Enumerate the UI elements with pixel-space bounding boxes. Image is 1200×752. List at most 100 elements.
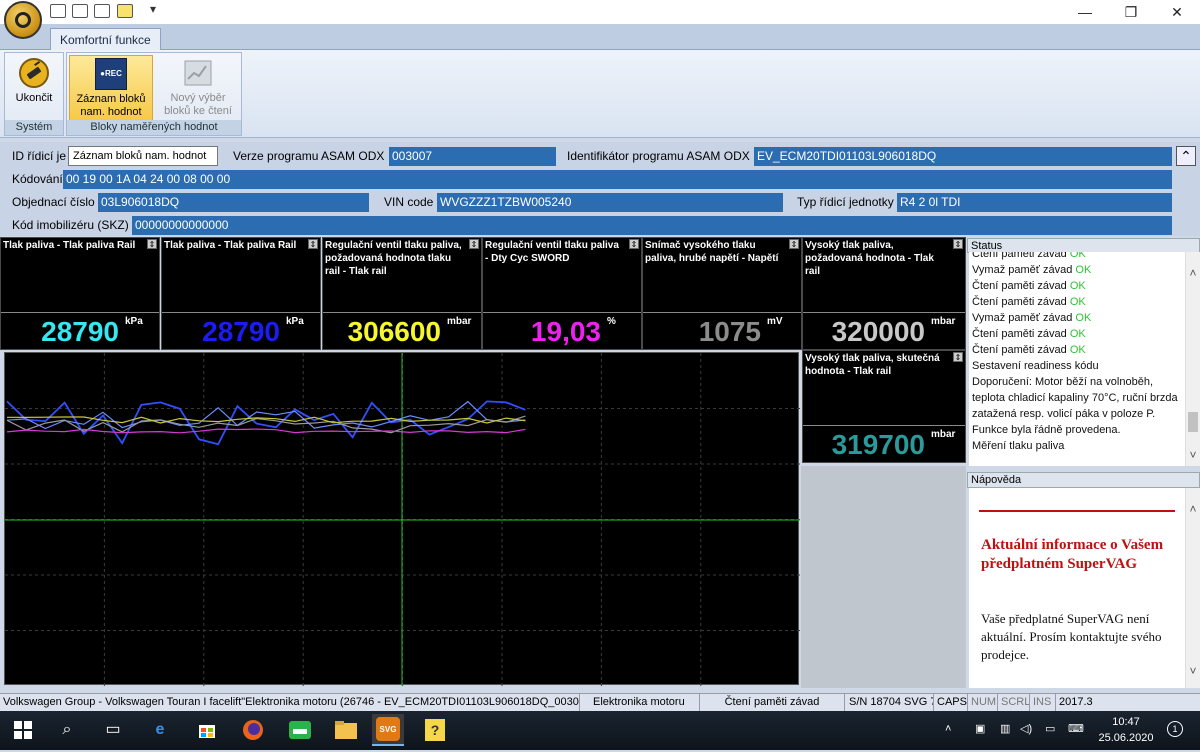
record-icon: ●REC xyxy=(95,58,127,90)
vin-label: VIN code xyxy=(384,195,434,209)
gauge-divider xyxy=(323,312,481,313)
status-line: Doporučení: Motor běží na volnoběh, tepl… xyxy=(969,374,1185,422)
help-panel: Aktuální informace o Vašem předplatném S… xyxy=(969,488,1185,688)
gauge-select-icon[interactable]: ⇕ xyxy=(469,239,479,249)
help-scroll-down-icon[interactable]: ˅ xyxy=(1187,664,1199,678)
gauge-6[interactable]: Vysoký tlak paliva, požadovaná hodnota -… xyxy=(802,237,966,350)
gauge-select-icon[interactable]: ⇕ xyxy=(789,239,799,249)
status-text: Funkce byla řádně provedena. xyxy=(972,424,1121,436)
asam-version-label: Verze programu ASAM ODX xyxy=(233,149,385,163)
record-label-2: nam. hodnot xyxy=(80,106,142,118)
gauge-divider xyxy=(1,312,159,313)
scroll-up-icon[interactable]: ˄ xyxy=(1187,266,1199,280)
gauge-value: 28790 xyxy=(41,316,119,347)
store-icon[interactable] xyxy=(192,715,222,745)
gauge-divider xyxy=(162,312,320,313)
statusbar-num: NUM xyxy=(968,694,998,712)
status-line: Čtení paměti závad OK xyxy=(969,278,1185,294)
supervag-taskbar-icon[interactable]: SVG xyxy=(372,714,404,746)
gauge-1[interactable]: Tlak paliva - Tlak paliva Rail ⇕ 28790 kPa xyxy=(0,237,160,350)
gauge-3[interactable]: Regulační ventil tlaku paliva, požadovan… xyxy=(322,237,482,350)
minimize-icon[interactable]: — xyxy=(1062,0,1108,24)
order-number-value: 03L906018DQ xyxy=(98,193,369,212)
immobilizer-label: Kód imobilizéru (SKZ) xyxy=(12,218,129,232)
edge-browser-icon[interactable]: e xyxy=(145,715,175,745)
tray-chevron-icon[interactable]: ˄ xyxy=(945,723,951,735)
gauge-title: Vysoký tlak paliva, skutečná hodnota - T… xyxy=(805,353,940,377)
status-ok: OK xyxy=(1069,252,1086,260)
gauge-5[interactable]: Snímač vysokého tlaku paliva, hrubé napě… xyxy=(642,237,802,350)
tray-app-icon[interactable]: ▣ xyxy=(975,722,985,735)
clock-time[interactable]: 10:47 xyxy=(1104,716,1148,728)
status-ok: OK xyxy=(1069,328,1086,340)
status-ok: OK xyxy=(1069,296,1086,308)
windows-start-icon[interactable] xyxy=(8,715,38,745)
help-scroll-up-icon[interactable]: ˄ xyxy=(1187,502,1199,516)
exit-button[interactable]: Ukončit xyxy=(7,55,61,121)
status-bar: Volkswagen Group - Volkswagen Touran I f… xyxy=(0,693,1200,712)
statusbar-version: 2017.3 xyxy=(1059,696,1093,708)
gauge-4[interactable]: Regulační ventil tlaku paliva - Dty Cyc … xyxy=(482,237,642,350)
mail-icon[interactable] xyxy=(72,4,88,18)
gauge-select-icon[interactable]: ⇕ xyxy=(308,239,318,249)
notification-icon[interactable]: 1 xyxy=(1163,721,1187,739)
gauge-select-icon[interactable]: ⇕ xyxy=(953,352,963,362)
gauge-unit: mbar xyxy=(931,316,956,327)
network-icon[interactable]: ▥ xyxy=(1000,722,1010,735)
close-icon[interactable]: ✕ xyxy=(1154,0,1200,24)
order-number-label: Objednací číslo xyxy=(12,195,95,209)
coding-label: Kódování xyxy=(12,172,63,186)
keyboard-icon[interactable]: ⌨ xyxy=(1068,722,1084,735)
gauge-unit: mV xyxy=(767,316,783,327)
gauge-unit: kPa xyxy=(286,316,304,327)
ribbon-group-label-blocks: Bloky naměřených hodnot xyxy=(67,120,241,135)
status-text: Sestavení readiness kódu xyxy=(972,360,1099,372)
lightbulb-icon[interactable] xyxy=(117,4,133,18)
gauge-select-icon[interactable]: ⇕ xyxy=(953,239,963,249)
status-text: Vymaž paměť závad xyxy=(972,264,1073,276)
firefox-icon[interactable] xyxy=(238,715,268,745)
settings-icon[interactable] xyxy=(94,4,110,18)
quick-access-dropdown-icon[interactable]: ▾ xyxy=(150,2,156,16)
help-scrollbar[interactable]: ˄ ˅ xyxy=(1185,488,1200,688)
statusbar-ins: INS xyxy=(1030,694,1056,712)
camera-icon[interactable] xyxy=(50,4,66,18)
app-menu-button[interactable] xyxy=(4,1,42,39)
graph-svg xyxy=(5,353,800,686)
gauge-title: Regulační ventil tlaku paliva - Dty Cyc … xyxy=(485,240,619,264)
new-block-selection-button[interactable]: Nový výběr bloků ke čtení xyxy=(157,55,239,121)
gauge-select-icon[interactable]: ⇕ xyxy=(147,239,157,249)
app-car-icon[interactable] xyxy=(285,715,315,745)
collapse-chevron-icon[interactable]: ⌃ xyxy=(1176,146,1196,166)
help-title: Aktuální informace o Vašem předplatném S… xyxy=(981,537,1164,572)
gauge-title: Vysoký tlak paliva, požadovaná hodnota -… xyxy=(805,240,934,277)
gauge-select-icon[interactable]: ⇕ xyxy=(629,239,639,249)
gauge-title: Snímač vysokého tlaku paliva, hrubé napě… xyxy=(645,240,779,264)
maximize-icon[interactable]: ❐ xyxy=(1108,0,1154,24)
task-view-icon[interactable]: ▭ xyxy=(98,715,128,745)
scroll-thumb[interactable] xyxy=(1188,412,1198,432)
gauge-divider xyxy=(803,312,965,313)
volume-icon[interactable]: ◁) xyxy=(1020,722,1032,735)
exit-plug-icon xyxy=(19,58,49,88)
help-app-icon[interactable]: ? xyxy=(420,715,450,745)
tab-komfortni-funkce[interactable]: Komfortní funkce xyxy=(50,28,161,51)
status-line: Vymaž paměť závad OK xyxy=(969,310,1185,326)
exit-label: Ukončit xyxy=(15,92,53,104)
gauge-7[interactable]: Vysoký tlak paliva, skutečná hodnota - T… xyxy=(802,350,966,463)
status-scrollbar[interactable]: ˄ ˅ xyxy=(1185,252,1200,466)
file-explorer-icon[interactable] xyxy=(331,715,361,745)
status-line: Čtení paměti závad OK xyxy=(969,342,1185,358)
gauge-value: 1075 xyxy=(698,316,761,347)
search-icon[interactable]: ⌕ xyxy=(52,715,82,745)
scroll-down-icon[interactable]: ˅ xyxy=(1187,448,1199,462)
coding-value: 00 19 00 1A 04 24 00 08 00 00 xyxy=(63,170,1172,189)
status-text: Čtení paměti závad xyxy=(972,280,1067,292)
gauge-value: 19,03 xyxy=(530,316,601,347)
gauge-2[interactable]: Tlak paliva - Tlak paliva Rail ⇕ 28790 kPa xyxy=(161,237,321,350)
gauge-unit: % xyxy=(607,316,616,327)
graph-trace xyxy=(6,400,526,446)
clock-date[interactable]: 25.06.2020 xyxy=(1094,732,1158,744)
battery-icon[interactable]: ▭ xyxy=(1045,722,1055,735)
record-blocks-button[interactable]: ●REC Záznam bloků nam. hodnot xyxy=(69,55,153,121)
